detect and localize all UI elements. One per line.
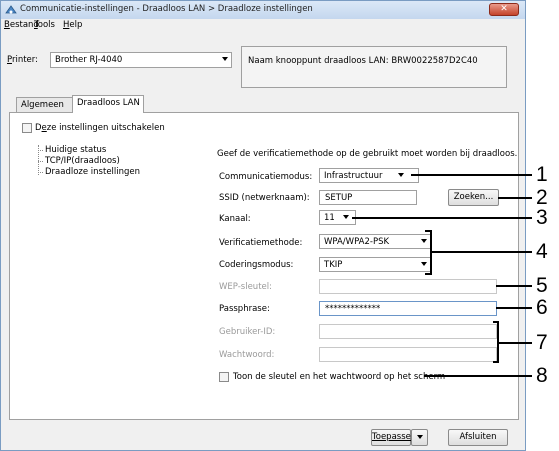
menu-tools[interactable]: Tools	[34, 20, 55, 30]
chevron-down-icon	[398, 173, 404, 177]
tree-connector	[38, 161, 43, 162]
callout-number-7: 7	[536, 331, 548, 354]
user-id-input[interactable]	[319, 324, 497, 339]
callout-bracket-4-top	[425, 230, 432, 232]
disable-settings-checkbox[interactable]	[22, 123, 32, 133]
callout-line-4	[430, 251, 532, 253]
apply-dropdown-button[interactable]	[411, 429, 428, 446]
passphrase-input[interactable]: *************	[319, 301, 497, 316]
title-bar: Communicatie-instellingen - Draadloos LA…	[1, 1, 525, 19]
encryption-mode-value: TKIP	[324, 260, 343, 270]
comm-mode-select[interactable]: Infrastructuur	[319, 168, 419, 183]
callout-line-2	[498, 197, 532, 199]
tab-algemeen-label: Algemeen	[21, 100, 64, 110]
chevron-down-icon	[421, 239, 427, 243]
printer-select-value: Brother RJ-4040	[55, 55, 123, 65]
callout-bracket-7-bottom	[493, 361, 499, 363]
settings-tree	[29, 139, 205, 409]
chevron-down-icon	[222, 57, 228, 61]
close-button[interactable]: Afsluiten	[448, 429, 508, 446]
encryption-mode-label: Coderingsmodus:	[219, 260, 294, 270]
passphrase-value: *************	[325, 304, 381, 314]
chevron-down-icon	[421, 262, 427, 266]
encryption-mode-select[interactable]: TKIP	[319, 257, 431, 272]
callout-number-1: 1	[536, 163, 548, 186]
callout-number-3: 3	[536, 206, 548, 229]
tree-connector	[38, 172, 43, 173]
callout-number-8: 8	[536, 364, 548, 387]
ssid-label: SSID (netwerknaam):	[219, 193, 310, 203]
tab-draadloos-lan-label: Draadloos LAN	[77, 98, 140, 108]
auth-method-select[interactable]: WPA/WPA2-PSK	[319, 234, 431, 249]
show-key-checkbox[interactable]	[219, 372, 229, 382]
app-icon	[5, 5, 17, 14]
callout-line-3	[352, 217, 532, 219]
search-button[interactable]: Zoeken...	[448, 189, 499, 206]
auth-method-label: Verificatiemethode:	[219, 238, 303, 248]
comm-mode-value: Infrastructuur	[324, 171, 383, 181]
wep-key-input[interactable]	[319, 279, 497, 294]
auth-method-value: WPA/WPA2-PSK	[324, 237, 390, 247]
channel-label: Kanaal:	[219, 214, 251, 224]
printer-select[interactable]: Brother RJ-4040	[50, 52, 232, 68]
callout-bracket-7-top	[493, 321, 499, 323]
tree-item-huidige-status[interactable]: Huidige status	[45, 145, 106, 155]
callout-number-6: 6	[536, 296, 548, 319]
tree-item-tcpip[interactable]: TCP/IP(draadloos)	[45, 156, 120, 166]
callout-line-7	[497, 342, 532, 344]
callout-number-2: 2	[536, 186, 548, 209]
node-name-box: Naam knooppunt draadloos LAN: BRW0022587…	[241, 46, 507, 88]
comm-mode-label: Communicatiemodus:	[219, 172, 313, 182]
chevron-down-icon	[343, 215, 349, 219]
callout-number-5: 5	[536, 274, 548, 297]
callout-line-5	[496, 285, 532, 287]
channel-value: 11	[324, 213, 335, 223]
printer-label: Printer:	[7, 55, 38, 65]
close-icon: ✕	[500, 4, 508, 14]
menu-bar: Bestand Tools Help	[1, 19, 525, 33]
password-input[interactable]	[319, 347, 497, 362]
callout-bracket-4-bottom	[425, 273, 432, 275]
settings-window: Communicatie-instellingen - Draadloos LA…	[0, 0, 526, 451]
chevron-down-icon	[416, 434, 423, 439]
window-title: Communicatie-instellingen - Draadloos LA…	[20, 4, 313, 14]
menu-help[interactable]: Help	[63, 20, 82, 30]
show-key-label: Toon de sleutel en het wachtwoord op het…	[233, 372, 446, 382]
user-id-label: Gebruiker-ID:	[219, 327, 276, 337]
tree-connector	[38, 150, 43, 151]
passphrase-label: Passphrase:	[219, 304, 270, 314]
callout-line-8	[424, 375, 532, 377]
node-name-text: Naam knooppunt draadloos LAN: BRW0022587…	[248, 56, 478, 66]
channel-select[interactable]: 11	[319, 210, 356, 225]
disable-settings-label: Deze instellingen uitschakelen	[35, 123, 165, 133]
instruction-text: Geef de verificatiemethode op de gebruik…	[217, 149, 518, 159]
tree-item-draadloze-instellingen[interactable]: Draadloze instellingen	[45, 167, 141, 177]
callout-line-1	[411, 174, 532, 176]
apply-button[interactable]: Toepassen	[371, 429, 416, 446]
ssid-value: SETUP	[325, 193, 353, 203]
password-label: Wachtwoord:	[219, 350, 275, 360]
callout-number-4: 4	[536, 240, 548, 263]
ssid-input[interactable]: SETUP	[319, 190, 417, 205]
tab-draadloos-lan[interactable]: Draadloos LAN	[72, 95, 144, 113]
tab-algemeen[interactable]: Algemeen	[16, 97, 73, 112]
close-window-button[interactable]: ✕	[489, 3, 519, 16]
wep-key-label: WEP-sleutel:	[219, 282, 272, 292]
callout-line-6	[496, 307, 532, 309]
